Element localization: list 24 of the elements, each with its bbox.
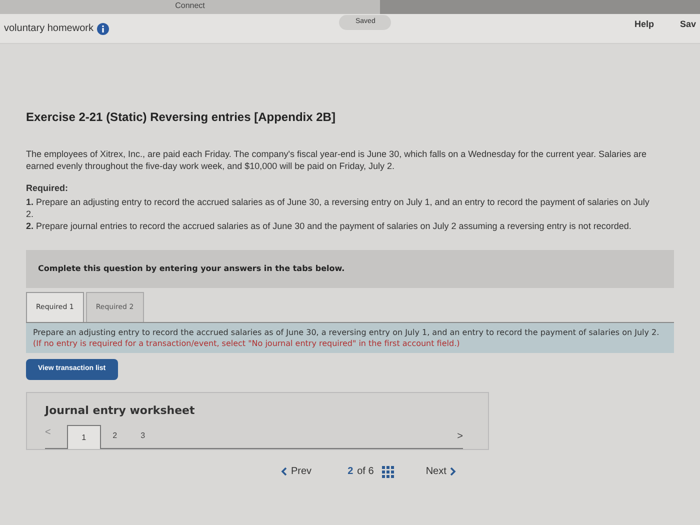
chevron-right-icon: [450, 467, 456, 476]
header-link[interactable]: Sav: [680, 18, 696, 32]
requirement-text: 2. Prepare journal entries to record the accrued salaries as of June 30 and the payment of salaries on July 2 assuming a reversing entry is not recorded.: [26, 220, 632, 232]
next-button[interactable]: Next: [420, 464, 462, 479]
next-entry-button[interactable]: >: [457, 429, 463, 444]
info-icon[interactable]: [97, 22, 110, 34]
entry-tab[interactable]: 1: [66, 425, 101, 449]
requirement-text: 1. Prepare an adjusting entry to record the accrued salaries as of June 30, a reversing entry on July 1, and an entry to record the payment of salaries on July 2.: [26, 196, 650, 220]
entry-tab[interactable]: 3: [128, 424, 157, 448]
required-label: Required:: [26, 182, 70, 195]
prev-button[interactable]: Prev: [275, 464, 318, 479]
header-link[interactable]: Help: [634, 18, 654, 32]
exercise-title: Exercise 2-21 (Static) Reversing entries [Appendix 2B]: [26, 109, 336, 126]
entry-tab[interactable]: 2: [100, 424, 129, 448]
worksheet-title: Journal entry worksheet: [45, 402, 196, 418]
assignment-title: voluntary homework: [4, 22, 94, 36]
task-instructions: Prepare an adjusting entry to record the accrued salaries as of June 30, a reversing entry on July 1, and an entry to record the payment of salaries on July 2. (If no entry is required for a transaction/event, select "No journal entry required" in the first account field.): [26, 322, 674, 352]
page-total: of 6: [357, 465, 374, 479]
intro-paragraph: The employees of Xitrex, Inc., are paid each Friday. The company's fiscal year-end is June 30, which falls on a Wednesday for the current year. Salaries are earned evenly throughout the five-day work week, and $10,000 will be paid on Friday, July 2.: [26, 148, 648, 172]
current-page-number: 2: [348, 465, 354, 479]
chevron-left-icon: [281, 467, 287, 476]
browser-tab[interactable]: Connect: [0, 0, 380, 14]
instruction-banner: Complete this question by entering your answers in the tabs below.: [26, 250, 674, 288]
grid-icon[interactable]: [382, 466, 394, 478]
